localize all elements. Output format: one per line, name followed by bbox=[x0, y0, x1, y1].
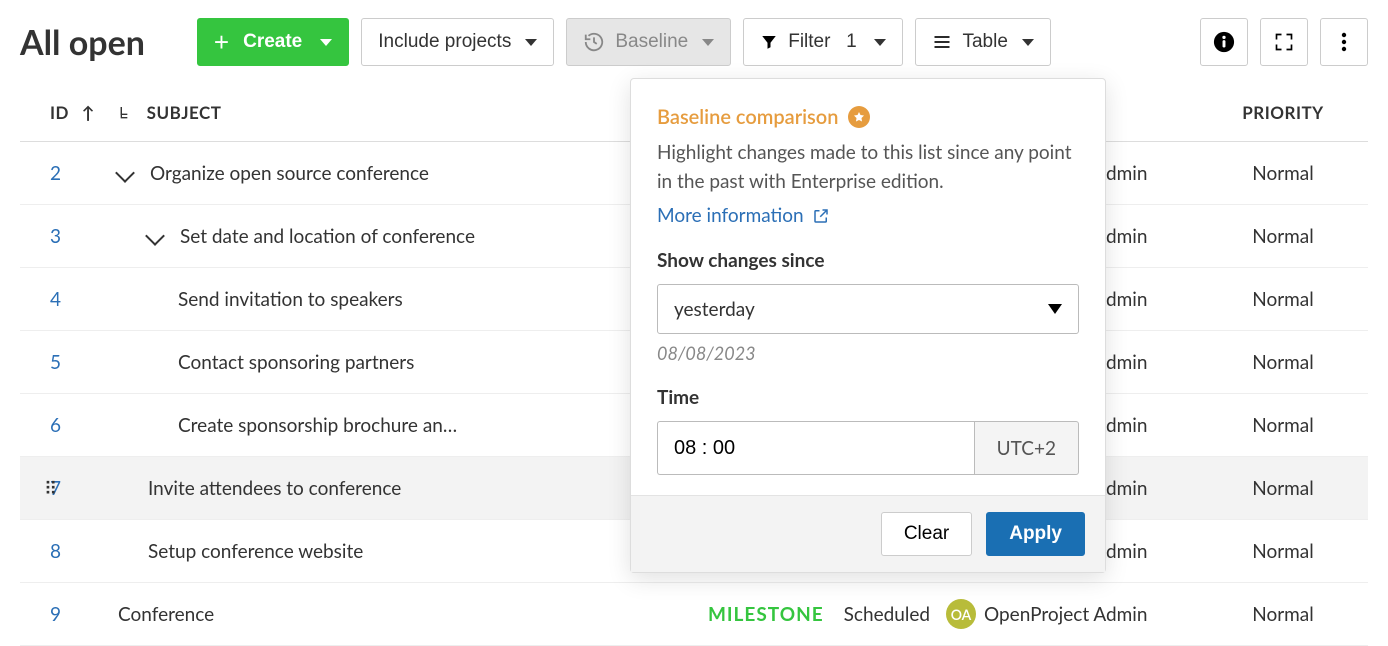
row-id[interactable]: 6 bbox=[20, 394, 110, 457]
history-icon bbox=[583, 31, 605, 53]
chevron-down-icon bbox=[1048, 304, 1062, 314]
since-select[interactable]: yesterday bbox=[657, 284, 1079, 334]
fullscreen-button[interactable] bbox=[1260, 18, 1308, 66]
filter-button[interactable]: Filter 1 bbox=[743, 18, 903, 66]
row-id[interactable]: 9 bbox=[20, 583, 110, 646]
time-input[interactable] bbox=[657, 421, 974, 475]
create-button-label: Create bbox=[243, 31, 302, 53]
row-subject[interactable]: Conference bbox=[118, 603, 214, 626]
clear-button[interactable]: Clear bbox=[881, 512, 972, 556]
since-select-value: yesterday bbox=[674, 298, 755, 321]
column-header-id[interactable]: ID ↑ bbox=[20, 84, 110, 142]
chevron-down-icon bbox=[702, 39, 714, 46]
include-projects-button[interactable]: Include projects bbox=[361, 18, 554, 66]
since-date-hint: 08/08/2023 bbox=[657, 342, 1079, 364]
row-subject[interactable]: Contact sponsoring partners bbox=[178, 351, 414, 374]
chevron-down-icon bbox=[1022, 39, 1034, 46]
drag-handle-icon[interactable]: ⠿ bbox=[44, 477, 59, 500]
fullscreen-icon bbox=[1274, 32, 1294, 52]
assignee-name: OpenProject Admin bbox=[984, 603, 1147, 626]
column-header-subject[interactable]: SUBJECT bbox=[110, 84, 700, 142]
row-status: Scheduled bbox=[844, 603, 930, 626]
chevron-down-icon[interactable] bbox=[115, 163, 135, 183]
include-projects-label: Include projects bbox=[378, 31, 511, 53]
time-label: Time bbox=[657, 386, 1079, 409]
row-subject[interactable]: Invite attendees to conference bbox=[148, 477, 401, 500]
more-info-link[interactable]: More information bbox=[657, 204, 830, 227]
timezone-label: UTC+2 bbox=[974, 421, 1079, 475]
row-priority: Normal bbox=[1198, 142, 1368, 205]
row-id[interactable]: 2 bbox=[20, 142, 110, 205]
since-label: Show changes since bbox=[657, 249, 1079, 272]
row-priority: Normal bbox=[1198, 331, 1368, 394]
chevron-down-icon bbox=[320, 39, 332, 46]
enterprise-badge-icon bbox=[848, 106, 870, 128]
filter-count: 1 bbox=[842, 31, 860, 53]
hierarchy-icon bbox=[118, 105, 134, 121]
row-subject[interactable]: Set date and location of conference bbox=[180, 225, 475, 248]
apply-button[interactable]: Apply bbox=[986, 512, 1085, 556]
plus-icon: + bbox=[214, 29, 229, 55]
baseline-label: Baseline bbox=[615, 31, 688, 53]
row-id[interactable]: 3 bbox=[20, 205, 110, 268]
sort-asc-icon: ↑ bbox=[82, 102, 95, 123]
avatar: OA bbox=[946, 599, 976, 629]
row-subject[interactable]: Send invitation to speakers bbox=[178, 288, 403, 311]
row-priority: Normal bbox=[1198, 268, 1368, 331]
more-vertical-icon bbox=[1341, 32, 1347, 52]
row-id[interactable]: 4 bbox=[20, 268, 110, 331]
filter-label: Filter bbox=[788, 31, 830, 53]
row-priority: Normal bbox=[1198, 457, 1368, 520]
chevron-down-icon[interactable] bbox=[145, 226, 165, 246]
row-id[interactable]: 8 bbox=[20, 520, 110, 583]
column-header-priority[interactable]: PRIORITY bbox=[1198, 84, 1368, 142]
row-id[interactable]: 5 bbox=[20, 331, 110, 394]
table-icon bbox=[932, 32, 952, 52]
chevron-down-icon bbox=[525, 39, 537, 46]
table-row[interactable]: 9 Conference MILESTONE Scheduled OA OpenProje… bbox=[20, 583, 1368, 646]
row-type: MILESTONE Scheduled bbox=[700, 583, 938, 646]
page-title: All open bbox=[20, 22, 145, 63]
info-icon bbox=[1213, 31, 1235, 53]
row-priority: Normal bbox=[1198, 205, 1368, 268]
row-id[interactable]: ⠿7 bbox=[20, 457, 110, 520]
milestone-badge: MILESTONE bbox=[708, 603, 824, 626]
toolbar: All open + Create Include projects Basel… bbox=[0, 0, 1388, 66]
chevron-down-icon bbox=[874, 39, 886, 46]
row-assignee[interactable]: OA OpenProject Admin bbox=[946, 599, 1190, 629]
popover-description: Highlight changes made to this list sinc… bbox=[657, 139, 1079, 196]
view-mode-label: Table bbox=[962, 31, 1007, 53]
row-subject[interactable]: Organize open source conference bbox=[150, 162, 429, 185]
popover-title: Baseline comparison bbox=[657, 105, 838, 129]
external-link-icon bbox=[812, 207, 830, 225]
row-subject[interactable]: Setup conference website bbox=[148, 540, 363, 563]
info-button[interactable] bbox=[1200, 18, 1248, 66]
more-button[interactable] bbox=[1320, 18, 1368, 66]
row-priority: Normal bbox=[1198, 583, 1368, 646]
baseline-popover: Baseline comparison Highlight changes ma… bbox=[630, 78, 1106, 573]
row-priority: Normal bbox=[1198, 394, 1368, 457]
create-button[interactable]: + Create bbox=[197, 18, 349, 66]
view-mode-button[interactable]: Table bbox=[915, 18, 1050, 66]
baseline-button[interactable]: Baseline bbox=[566, 18, 731, 66]
filter-icon bbox=[760, 33, 778, 51]
row-priority: Normal bbox=[1198, 520, 1368, 583]
row-subject[interactable]: Create sponsorship brochure an… bbox=[178, 414, 457, 437]
